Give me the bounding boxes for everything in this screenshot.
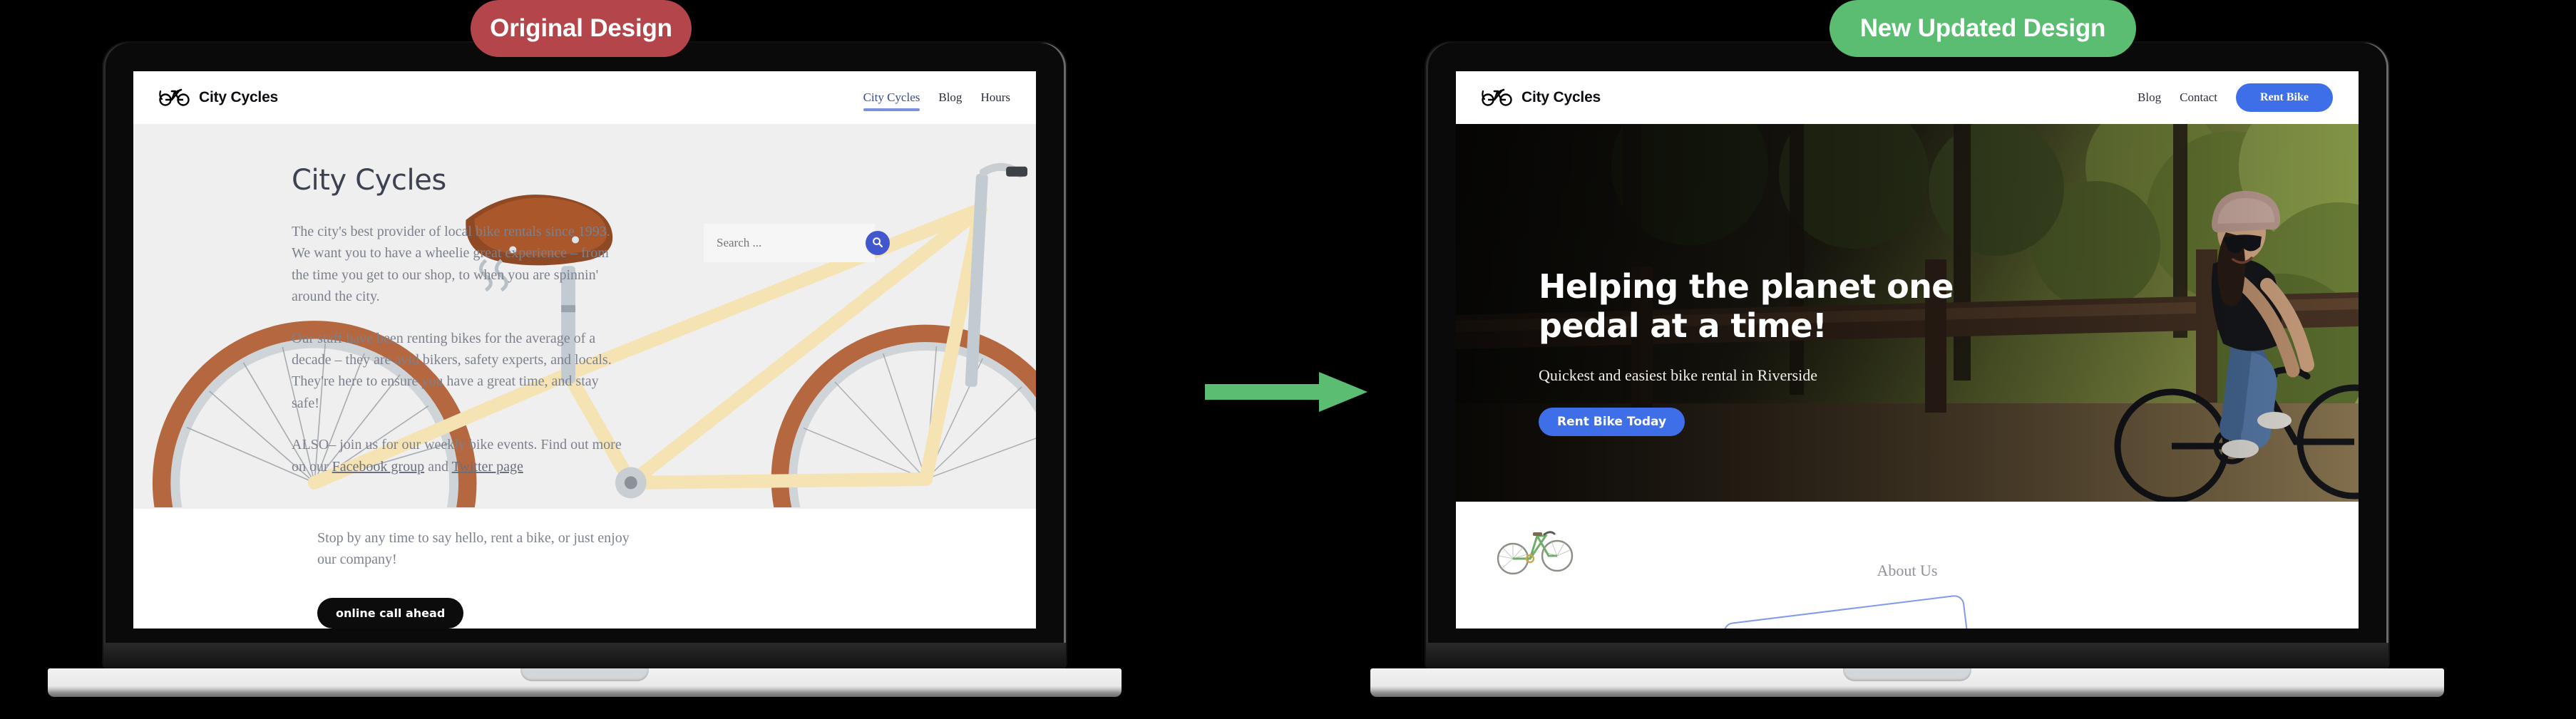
screen-original-design: City Cycles City Cycles Blog Hours City …	[133, 71, 1036, 629]
original-brand[interactable]: City Cycles	[159, 86, 278, 110]
nav-link-city-cycles[interactable]: City Cycles	[863, 90, 920, 111]
original-closing-paragraph: Stop by any time to say hello, rent a bi…	[317, 530, 630, 568]
original-search-box[interactable]	[704, 224, 890, 262]
badge-new-label: New Updated Design	[1859, 14, 2106, 42]
search-input[interactable]	[717, 236, 866, 250]
new-nav-links: Blog Contact Rent Bike	[2138, 83, 2333, 112]
original-site-nav: City Cycles City Cycles Blog Hours	[133, 71, 1036, 124]
new-site-nav: City Cycles Blog Contact Rent Bike	[1456, 71, 2359, 124]
hero-heading: Helping the planet one pedal at a time!	[1539, 267, 1954, 345]
about-us-label[interactable]: About Us	[1456, 562, 2359, 580]
new-hero-copy: Helping the planet one pedal at a time! …	[1539, 267, 1981, 436]
promo-card-peek[interactable]	[1722, 594, 1974, 629]
bicycle-icon	[159, 86, 190, 110]
laptop-new-design: City Cycles Blog Contact Rent Bike Helpi…	[1370, 43, 2444, 697]
new-below-hero: About Us	[1456, 502, 2359, 629]
badge-original-design: Original Design	[471, 0, 692, 57]
original-brand-name: City Cycles	[199, 89, 279, 105]
laptop-base-left	[48, 668, 1122, 697]
comparison-stage: Original Design New Updated Design City …	[0, 0, 2576, 719]
rent-bike-button[interactable]: Rent Bike	[2236, 83, 2333, 112]
laptop-original-design: City Cycles City Cycles Blog Hours City …	[48, 43, 1122, 697]
new-hero: Helping the planet one pedal at a time! …	[1456, 124, 2359, 502]
search-icon	[872, 237, 883, 250]
nav-link-blog[interactable]: Blog	[2138, 90, 2161, 105]
original-hero: City Cycles The city's best provider of …	[133, 124, 1036, 509]
bicycle-icon	[1482, 86, 1513, 110]
original-hero-copy: City Cycles The city's best provider of …	[292, 164, 627, 497]
nav-link-blog[interactable]: Blog	[938, 90, 962, 105]
online-call-ahead-button[interactable]: online call ahead	[317, 597, 464, 629]
rent-bike-today-button[interactable]: Rent Bike Today	[1539, 408, 1685, 436]
laptop-base-right	[1370, 668, 2444, 697]
hero-subheading: Quickest and easiest bike rental in Rive…	[1539, 366, 1817, 384]
laptop-notch-right	[1843, 668, 1971, 681]
badge-new-design: New Updated Design	[1830, 0, 2136, 57]
transition-arrow	[1205, 371, 1369, 417]
nav-link-hours[interactable]: Hours	[980, 90, 1010, 105]
laptop-lid-right: City Cycles Blog Contact Rent Bike Helpi…	[1426, 43, 2388, 670]
laptop-lid-left: City Cycles City Cycles Blog Hours City …	[103, 43, 1066, 670]
search-button[interactable]	[866, 231, 890, 255]
original-below-hero: Stop by any time to say hello, rent a bi…	[133, 509, 1036, 629]
original-page-title: City Cycles	[292, 164, 446, 197]
new-brand-name: City Cycles	[1522, 89, 1601, 105]
right-arrow-icon	[1205, 372, 1367, 412]
twitter-page-link[interactable]: Twitter page	[452, 459, 523, 475]
badge-original-label: Original Design	[490, 14, 672, 42]
facebook-group-link[interactable]: Facebook group	[332, 459, 424, 475]
laptop-notch-left	[520, 668, 649, 681]
new-brand[interactable]: City Cycles	[1482, 86, 1601, 110]
original-paragraph-1: The city's best provider of local bike r…	[292, 224, 610, 305]
original-paragraph-3: ALSO– join us for our weekly bike events…	[292, 434, 627, 477]
nav-link-contact[interactable]: Contact	[2180, 90, 2217, 105]
original-nav-links: City Cycles Blog Hours	[863, 90, 1010, 111]
also-middle: and	[424, 458, 452, 475]
original-paragraph-2: Our staff have been renting bikes for th…	[292, 330, 612, 411]
screen-new-design: City Cycles Blog Contact Rent Bike Helpi…	[1456, 71, 2359, 629]
